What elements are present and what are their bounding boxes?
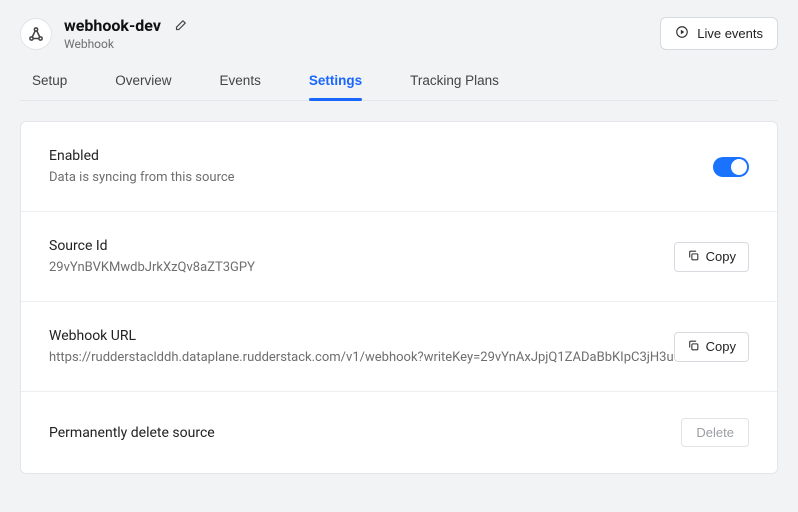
settings-card: Enabled Data is syncing from this source… bbox=[20, 121, 778, 474]
copy-icon bbox=[687, 249, 700, 265]
live-events-button[interactable]: Live events bbox=[660, 17, 778, 50]
copy-webhook-url-label: Copy bbox=[706, 339, 736, 354]
delete-source-button[interactable]: Delete bbox=[681, 418, 749, 447]
enabled-toggle[interactable] bbox=[713, 157, 749, 177]
delete-title: Permanently delete source bbox=[49, 425, 681, 441]
play-circle-icon bbox=[675, 25, 689, 42]
pencil-icon bbox=[173, 19, 187, 33]
tab-events[interactable]: Events bbox=[220, 63, 261, 100]
live-events-label: Live events bbox=[697, 26, 763, 41]
tab-overview[interactable]: Overview bbox=[115, 63, 171, 100]
tabs: Setup Overview Events Settings Tracking … bbox=[20, 63, 778, 101]
tab-settings[interactable]: Settings bbox=[309, 63, 362, 100]
source-id-value: 29vYnBVKMwdbJrkXzQv8aZT3GPY bbox=[49, 260, 674, 275]
section-delete: Permanently delete source Delete bbox=[21, 392, 777, 473]
tab-setup[interactable]: Setup bbox=[32, 63, 67, 100]
webhook-url-title: Webhook URL bbox=[49, 328, 674, 344]
copy-source-id-label: Copy bbox=[706, 249, 736, 264]
webhook-url-value: https://rudderstaclddh.dataplane.rudders… bbox=[49, 350, 674, 365]
source-id-title: Source Id bbox=[49, 238, 674, 254]
edit-title-button[interactable] bbox=[171, 17, 189, 35]
page-subtitle: Webhook bbox=[64, 37, 189, 51]
enabled-desc: Data is syncing from this source bbox=[49, 170, 713, 185]
section-webhook-url: Webhook URL https://rudderstaclddh.datap… bbox=[21, 302, 777, 392]
section-enabled: Enabled Data is syncing from this source bbox=[21, 122, 777, 212]
webhook-icon bbox=[20, 18, 52, 50]
copy-source-id-button[interactable]: Copy bbox=[674, 242, 749, 272]
section-source-id: Source Id 29vYnBVKMwdbJrkXzQv8aZT3GPY Co… bbox=[21, 212, 777, 302]
tab-tracking-plans[interactable]: Tracking Plans bbox=[410, 63, 499, 100]
copy-icon bbox=[687, 339, 700, 355]
page-header: webhook-dev Webhook bbox=[20, 16, 778, 63]
title-block: webhook-dev Webhook bbox=[64, 16, 189, 51]
copy-webhook-url-button[interactable]: Copy bbox=[674, 332, 749, 362]
toggle-handle bbox=[731, 159, 747, 175]
enabled-title: Enabled bbox=[49, 148, 713, 164]
header-left: webhook-dev Webhook bbox=[20, 16, 189, 51]
page-title: webhook-dev bbox=[64, 16, 161, 35]
